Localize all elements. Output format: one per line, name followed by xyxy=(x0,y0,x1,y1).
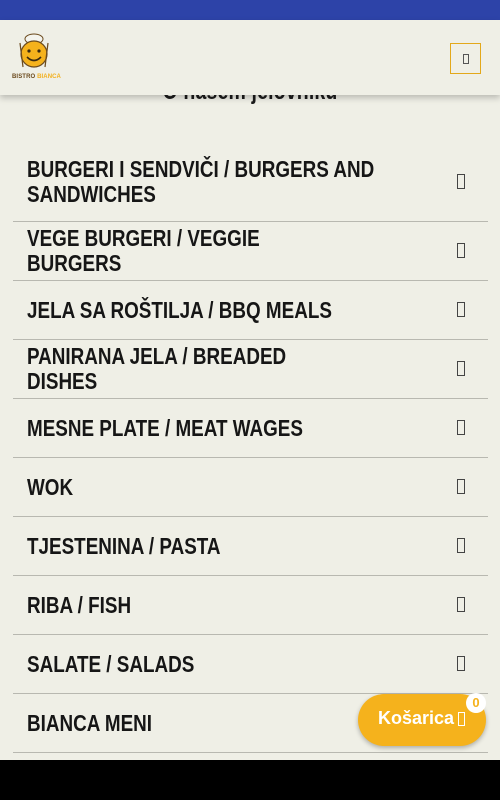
menu-item-breaded[interactable]: PANIRANA JELA / BREADED DISHES xyxy=(13,340,488,399)
menu-item-label: PANIRANA JELA / BREADED DISHES xyxy=(27,343,287,394)
menu-item-salads[interactable]: SALATE / SALADS xyxy=(13,635,488,694)
cart-icon xyxy=(458,712,465,726)
chevron-icon xyxy=(457,243,465,258)
menu-icon xyxy=(462,53,469,64)
menu-item-fish[interactable]: RIBA / FISH xyxy=(13,576,488,635)
menu-item-meat-plates[interactable]: MESNE PLATE / MEAT WAGES xyxy=(13,399,488,458)
menu-item-label: SALATE / SALADS xyxy=(27,650,195,677)
bistro-bianca-logo[interactable]: BISTRO BIANCA xyxy=(12,33,61,83)
menu-toggle-button[interactable] xyxy=(450,43,481,74)
cart-label: Košarica xyxy=(378,708,455,728)
logo-text-accent: BIANCA xyxy=(37,74,61,80)
menu-item-pasta[interactable]: TJESTENINA / PASTA xyxy=(13,517,488,576)
system-navigation-bar xyxy=(0,760,500,800)
menu-item-label: TJESTENINA / PASTA xyxy=(27,532,221,559)
status-bar xyxy=(0,0,500,20)
menu-category-list: BURGERI I SENDVIČI / BURGERS AND SANDWIC… xyxy=(13,142,488,753)
chevron-icon xyxy=(457,302,465,317)
site-header: BISTRO BIANCA xyxy=(0,20,500,95)
menu-item-label: BURGERI I SENDVIČI / BURGERS AND SANDWIC… xyxy=(27,155,375,207)
cart-count-badge: 0 xyxy=(466,693,486,713)
menu-item-label: BIANCA MENI xyxy=(27,709,153,736)
chevron-icon xyxy=(457,479,465,494)
menu-item-label: WOK xyxy=(27,473,74,500)
logo-text-primary: BISTRO xyxy=(12,74,36,80)
chevron-icon xyxy=(457,538,465,553)
chef-logo-icon xyxy=(19,33,49,68)
chevron-icon xyxy=(457,420,465,435)
chevron-icon xyxy=(457,597,465,612)
chevron-icon xyxy=(457,173,465,189)
menu-item-wok[interactable]: WOK xyxy=(13,458,488,517)
menu-item-label: JELA SA ROŠTILJA / BBQ MEALS xyxy=(27,296,332,323)
menu-item-veggie-burgers[interactable]: VEGE BURGERI / VEGGIE BURGERS xyxy=(13,222,488,281)
menu-item-label: VEGE BURGERI / VEGGIE BURGERS xyxy=(27,225,260,276)
menu-item-burgers[interactable]: BURGERI I SENDVIČI / BURGERS AND SANDWIC… xyxy=(13,142,488,222)
menu-item-bbq[interactable]: JELA SA ROŠTILJA / BBQ MEALS xyxy=(13,281,488,340)
menu-item-label: MESNE PLATE / MEAT WAGES xyxy=(27,414,303,441)
logo-text: BISTRO BIANCA xyxy=(12,74,61,80)
chevron-icon xyxy=(457,656,465,671)
menu-item-label: RIBA / FISH xyxy=(27,591,132,618)
chevron-icon xyxy=(457,361,465,376)
